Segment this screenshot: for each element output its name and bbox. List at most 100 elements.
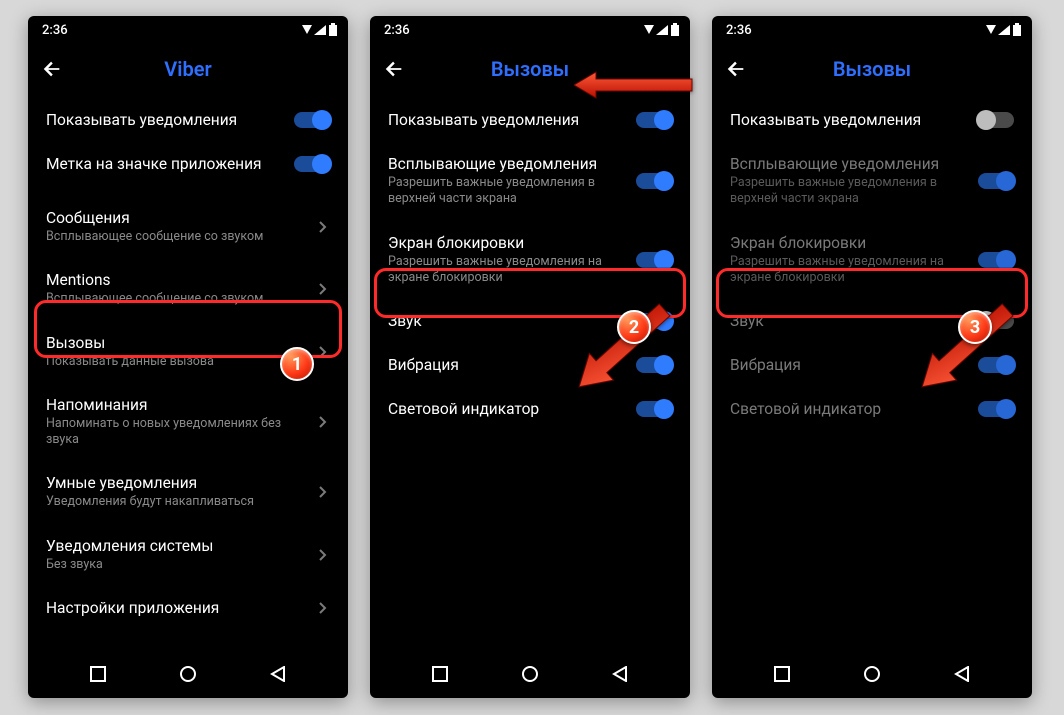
row-popups[interactable]: Всплывающие уведомления Разрешить важные…: [712, 142, 1032, 221]
row-show-notifications[interactable]: Показывать уведомления: [370, 98, 690, 142]
row-title: Звук: [730, 312, 966, 330]
status-time: 2:36: [42, 23, 68, 38]
row-sub: Всплывающее сообщение со звуком: [46, 291, 304, 307]
row-light[interactable]: Световой индикатор: [712, 387, 1032, 431]
nav-home-icon[interactable]: [862, 664, 882, 684]
chevron-right-icon: [316, 282, 330, 296]
row-sub: Всплывающее сообщение со звуком: [46, 229, 304, 245]
app-header: Viber: [28, 44, 348, 94]
row-badge[interactable]: Метка на значке приложения: [28, 142, 348, 186]
back-arrow-icon[interactable]: [40, 57, 64, 81]
row-light[interactable]: Световой индикатор: [370, 387, 690, 431]
row-title: Вибрация: [730, 356, 966, 374]
row-lock-screen[interactable]: Экран блокировки Разрешить важные уведом…: [712, 221, 1032, 300]
row-title: Всплывающие уведомления: [730, 155, 966, 173]
row-show-notifications[interactable]: Показывать уведомления: [28, 98, 348, 142]
row-vibration[interactable]: Вибрация: [370, 343, 690, 387]
row-system[interactable]: Уведомления системы Без звука: [28, 524, 348, 586]
phone-screen-3: 2:36 Вызовы Показывать уведомления Всплы…: [712, 16, 1032, 698]
row-reminders[interactable]: Напоминания Напоминать о новых уведомлен…: [28, 383, 348, 462]
status-icons: [302, 23, 338, 37]
toggle-popups[interactable]: [978, 173, 1014, 189]
settings-list: Показывать уведомления Всплывающие уведо…: [712, 94, 1032, 650]
settings-list: Показывать уведомления Всплывающие уведо…: [370, 94, 690, 650]
toggle-popups[interactable]: [636, 173, 672, 189]
row-title: Экран блокировки: [388, 234, 624, 252]
row-show-notifications[interactable]: Показывать уведомления: [712, 98, 1032, 142]
toggle-lock-screen[interactable]: [978, 252, 1014, 268]
row-sub: Показывать данные вызова: [46, 354, 304, 370]
status-bar: 2:36: [712, 16, 1032, 44]
status-time: 2:36: [726, 23, 752, 38]
toggle-lock-screen[interactable]: [636, 252, 672, 268]
toggle-light[interactable]: [636, 401, 672, 417]
android-navbar: [712, 650, 1032, 698]
chevron-right-icon: [316, 548, 330, 562]
signal-down-icon: [644, 25, 654, 35]
nav-recent-icon[interactable]: [88, 664, 108, 684]
row-title: Уведомления системы: [46, 537, 304, 555]
toggle-show-notifications[interactable]: [636, 112, 672, 128]
row-title: Умные уведомления: [46, 474, 304, 492]
chevron-right-icon: [316, 415, 330, 429]
row-title: Звук: [388, 312, 624, 330]
toggle-vibration[interactable]: [636, 357, 672, 373]
back-arrow-icon[interactable]: [382, 57, 406, 81]
toggle-show-notifications[interactable]: [294, 112, 330, 128]
row-title: Всплывающие уведомления: [388, 155, 624, 173]
back-arrow-icon[interactable]: [724, 57, 748, 81]
chevron-right-icon: [316, 345, 330, 359]
row-title: Напоминания: [46, 396, 304, 414]
row-title: Показывать уведомления: [388, 111, 624, 129]
nav-back-icon[interactable]: [610, 664, 630, 684]
toggle-badge[interactable]: [294, 156, 330, 172]
phone-screen-2: 2:36 Вызовы Показывать уведомления Всплы…: [370, 16, 690, 698]
row-title: Показывать уведомления: [730, 111, 966, 129]
row-sub: Разрешить важные уведомления на экране б…: [388, 254, 624, 287]
badge-3: 3: [958, 310, 992, 344]
nav-back-icon[interactable]: [268, 664, 288, 684]
signal-icon: [314, 25, 326, 35]
nav-recent-icon[interactable]: [772, 664, 792, 684]
row-title: Вызовы: [46, 334, 304, 352]
row-mentions[interactable]: Mentions Всплывающее сообщение со звуком: [28, 258, 348, 320]
row-popups[interactable]: Всплывающие уведомления Разрешить важные…: [370, 142, 690, 221]
badge-1: 1: [280, 347, 314, 381]
row-title: Вибрация: [388, 356, 624, 374]
row-title: Экран блокировки: [730, 234, 966, 252]
battery-icon: [670, 23, 680, 37]
row-title: Показывать уведомления: [46, 111, 282, 129]
toggle-light[interactable]: [978, 401, 1014, 417]
row-app-settings[interactable]: Настройки приложения: [28, 586, 348, 630]
header-title: Вызовы: [370, 57, 690, 81]
status-time: 2:36: [384, 23, 410, 38]
row-title: Световой индикатор: [388, 400, 624, 418]
chevron-right-icon: [316, 601, 330, 615]
nav-back-icon[interactable]: [952, 664, 972, 684]
header-title: Вызовы: [712, 57, 1032, 81]
row-smart[interactable]: Умные уведомления Уведомления будут нака…: [28, 461, 348, 523]
row-sub: Напоминать о новых уведомлениях без звук…: [46, 416, 304, 449]
row-messages[interactable]: Сообщения Всплывающее сообщение со звуко…: [28, 196, 348, 258]
row-title: Метка на значке приложения: [46, 155, 282, 173]
signal-down-icon: [302, 25, 312, 35]
android-navbar: [370, 650, 690, 698]
chevron-right-icon: [316, 220, 330, 234]
row-lock-screen[interactable]: Экран блокировки Разрешить важные уведом…: [370, 221, 690, 300]
row-sub: Разрешить важные уведомления в верхней ч…: [388, 175, 624, 208]
battery-icon: [1012, 23, 1022, 37]
row-sub: Разрешить важные уведомления в верхней ч…: [730, 175, 966, 208]
app-header: Вызовы: [370, 44, 690, 94]
nav-recent-icon[interactable]: [430, 664, 450, 684]
row-title: Сообщения: [46, 209, 304, 227]
row-vibration[interactable]: Вибрация: [712, 343, 1032, 387]
row-sub: Без звука: [46, 557, 304, 573]
status-icons: [644, 23, 680, 37]
toggle-vibration[interactable]: [978, 357, 1014, 373]
nav-home-icon[interactable]: [520, 664, 540, 684]
nav-home-icon[interactable]: [178, 664, 198, 684]
toggle-show-notifications[interactable]: [978, 112, 1014, 128]
row-sub: Уведомления будут накапливаться: [46, 494, 304, 510]
row-title: Световой индикатор: [730, 400, 966, 418]
badge-2: 2: [617, 310, 651, 344]
